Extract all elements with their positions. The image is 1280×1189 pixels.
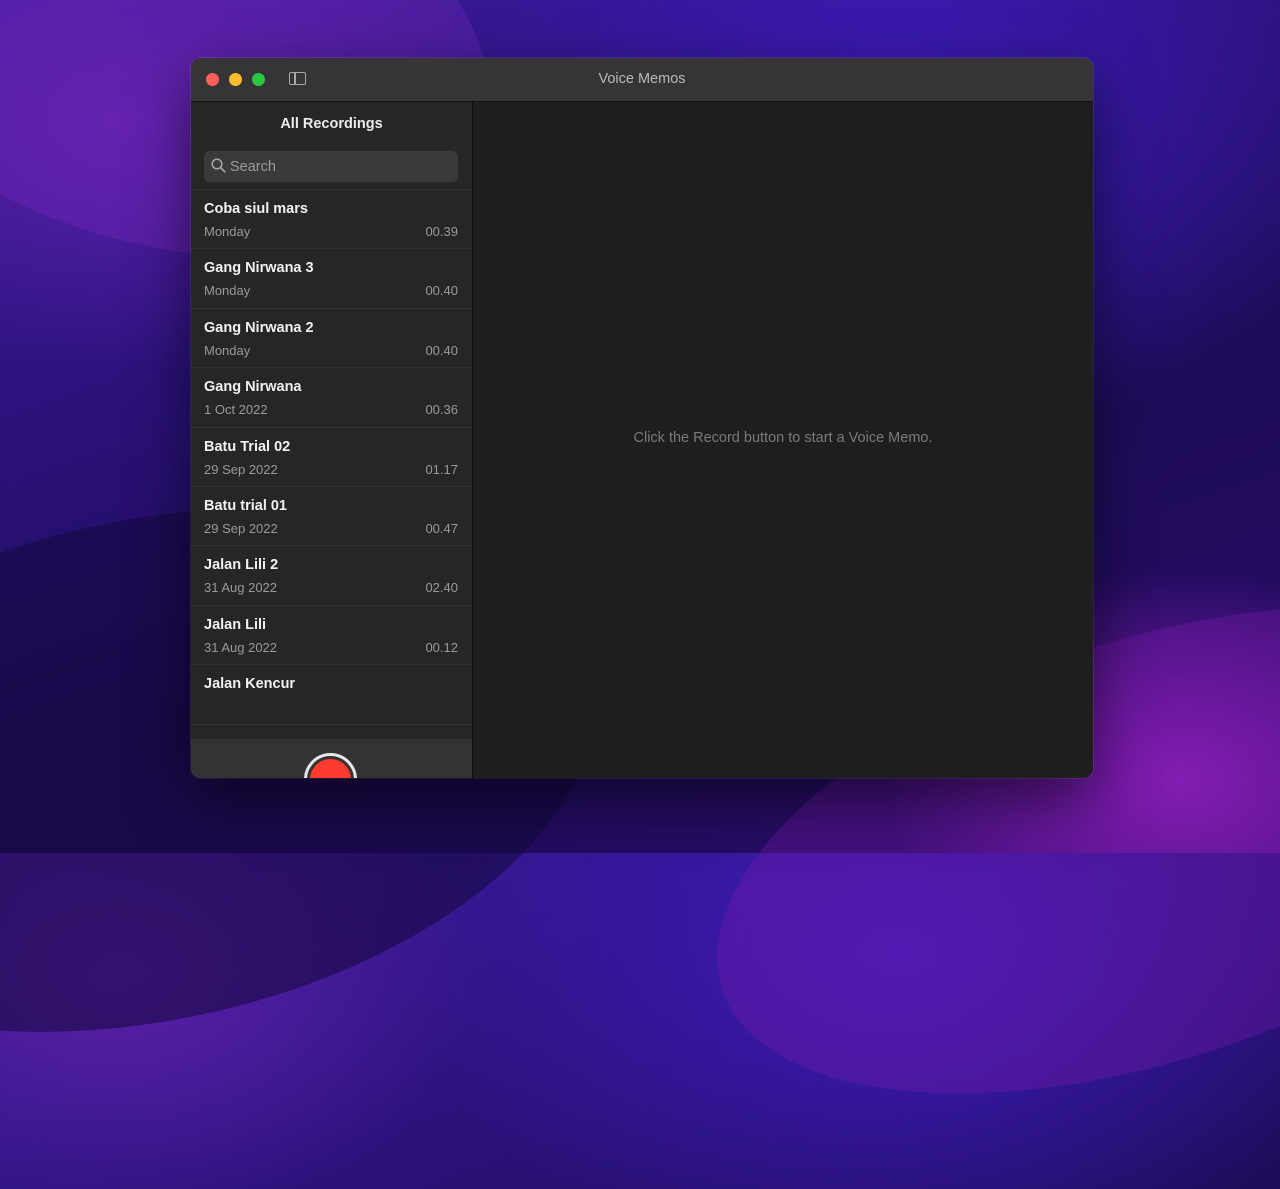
recording-item[interactable]: Jalan Lili 31 Aug 2022 00.12 (191, 606, 472, 666)
empty-state-message: Click the Record button to start a Voice… (633, 430, 933, 446)
record-bar (191, 739, 472, 778)
recording-title: Gang Nirwana (204, 379, 302, 396)
recording-duration: 00.36 (425, 402, 458, 418)
close-button[interactable] (206, 73, 219, 86)
recording-date: 31 Aug 2022 (204, 639, 278, 655)
recording-duration: 00.40 (425, 342, 458, 358)
sidebar: All Recordings Coba siul mars Monday 00.… (191, 102, 473, 778)
search-input[interactable] (230, 151, 450, 182)
recording-date: 31 Aug 2022 (204, 580, 278, 596)
recording-date: 29 Sep 2022 (204, 520, 278, 536)
recording-date: 29 Sep 2022 (204, 461, 278, 477)
recording-title: Batu Trial 02 (204, 438, 291, 455)
recording-title: Gang Nirwana 2 (204, 319, 314, 336)
recording-title: Jalan Kencur (204, 676, 296, 693)
detail-pane: Click the Record button to start a Voice… (473, 102, 1093, 778)
sidebar-header: All Recordings (280, 116, 383, 132)
recordings-list[interactable]: Coba siul mars Monday 00.39 Gang Nirwana… (191, 189, 472, 740)
recording-item[interactable]: Gang Nirwana 1 Oct 2022 00.36 (191, 368, 472, 428)
recording-date: Monday (204, 224, 251, 239)
recording-date: Monday (204, 283, 251, 299)
recording-title: Jalan Lili 2 (204, 557, 279, 574)
recording-item[interactable]: Jalan Kencur (191, 665, 472, 725)
voice-memos-window: Voice Memos All Recordings Coba siul mar… (191, 58, 1093, 778)
recording-duration: 01.17 (425, 461, 458, 477)
title-bar: Voice Memos (191, 58, 1093, 102)
recording-item[interactable]: Batu trial 01 29 Sep 2022 00.47 (191, 487, 472, 547)
window-title: Voice Memos (598, 71, 686, 87)
recording-date: 1 Oct 2022 (204, 402, 268, 418)
recording-duration: 00.40 (425, 283, 458, 299)
recording-title: Batu trial 01 (204, 497, 287, 514)
recording-item[interactable]: Coba siul mars Monday 00.39 (191, 190, 472, 250)
recording-duration: 02.40 (425, 580, 458, 596)
recording-title: Jalan Lili (204, 616, 267, 633)
recording-item[interactable]: Jalan Lili 2 31 Aug 2022 02.40 (191, 546, 472, 606)
recording-item[interactable]: Gang Nirwana 3 Monday 00.40 (191, 249, 472, 309)
recording-date: Monday (204, 342, 251, 358)
recording-duration: 00.12 (425, 639, 458, 655)
minimize-button[interactable] (229, 73, 242, 86)
maximize-button[interactable] (252, 73, 265, 86)
recording-item[interactable]: Batu Trial 02 29 Sep 2022 01.17 (191, 428, 472, 487)
recording-title: Gang Nirwana 3 (204, 260, 314, 277)
recording-duration: 00.47 (425, 520, 458, 536)
record-button[interactable] (304, 753, 357, 778)
sidebar-toggle-icon[interactable] (289, 72, 306, 85)
recording-title: Coba siul mars (204, 201, 308, 217)
search-field[interactable] (204, 151, 458, 182)
recording-item[interactable]: Gang Nirwana 2 Monday 00.40 (191, 309, 472, 369)
recording-duration: 00.39 (425, 224, 458, 239)
search-icon (211, 158, 226, 173)
